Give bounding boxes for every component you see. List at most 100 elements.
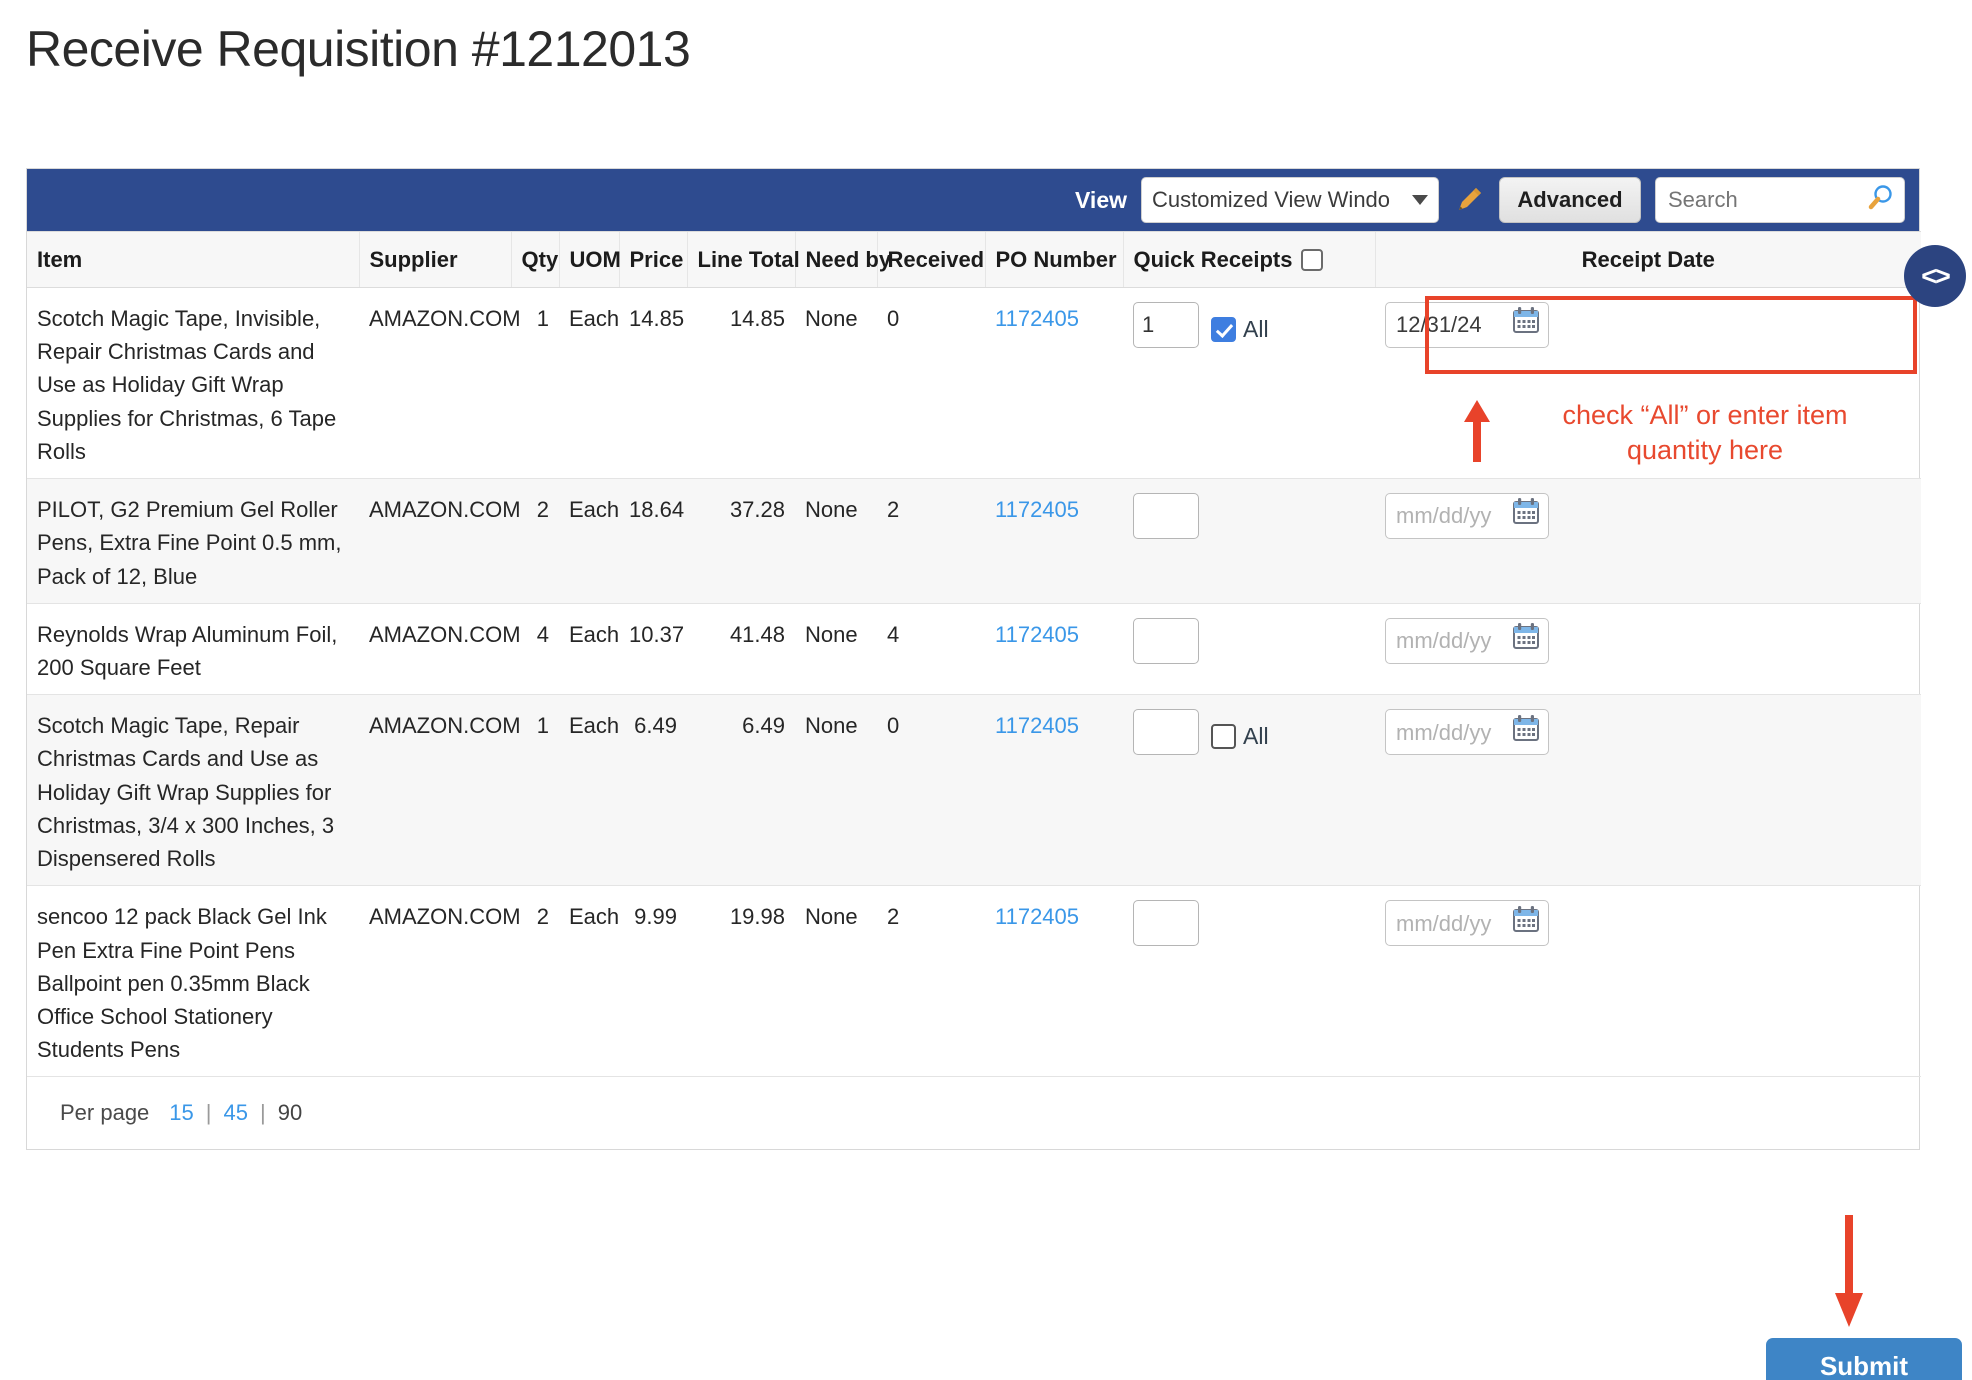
receipt-date-input[interactable]: mm/dd/yy bbox=[1385, 617, 1549, 664]
col-quick-receipts[interactable]: Quick Receipts bbox=[1122, 231, 1375, 288]
cell-supplier: AMAZON.COM bbox=[359, 694, 521, 887]
view-select-value: Customized View Windo bbox=[1152, 187, 1391, 212]
quick-receipts-annotation-text: check “All” or enter item quantity here bbox=[1510, 398, 1900, 467]
all-checkbox-label: All bbox=[1243, 723, 1269, 750]
cell-supplier: AMAZON.COM bbox=[359, 287, 521, 480]
col-price[interactable]: Price bbox=[618, 231, 687, 288]
cell-price: 18.64 bbox=[619, 478, 687, 604]
cell-receipt-date: mm/dd/yy bbox=[1375, 603, 1921, 696]
cell-received: 4 bbox=[877, 603, 985, 696]
cell-received: 2 bbox=[877, 478, 985, 604]
col-item[interactable]: Item bbox=[27, 231, 359, 288]
table-row: Scotch Magic Tape, Repair Christmas Card… bbox=[27, 694, 1921, 887]
cell-item: sencoo 12 pack Black Gel Ink Pen Extra F… bbox=[27, 885, 359, 1078]
col-qty[interactable]: Qty bbox=[510, 231, 559, 288]
per-page-label: Per page bbox=[60, 1100, 150, 1126]
quick-receipt-qty-input[interactable]: 1 bbox=[1133, 302, 1199, 348]
receipt-date-input[interactable]: 12/31/24 bbox=[1385, 302, 1549, 348]
po-number-link[interactable]: 1172405 bbox=[995, 306, 1079, 331]
cell-receipt-date: mm/dd/yy bbox=[1375, 694, 1921, 887]
per-page-45[interactable]: 45 bbox=[224, 1100, 248, 1126]
cell-supplier: AMAZON.COM bbox=[359, 478, 521, 604]
receipt-date-input[interactable]: mm/dd/yy bbox=[1385, 900, 1549, 947]
view-label: View bbox=[1075, 186, 1127, 213]
code-brackets-icon[interactable]: <> bbox=[1904, 245, 1966, 307]
cell-line-total: 19.98 bbox=[687, 885, 795, 1078]
cell-supplier: AMAZON.COM bbox=[359, 603, 521, 696]
page-title: Receive Requisition #1212013 bbox=[26, 21, 691, 77]
po-number-link[interactable]: 1172405 bbox=[995, 622, 1079, 647]
cell-uom: Each bbox=[559, 603, 619, 696]
cell-quick-receipts: 1 All bbox=[1123, 287, 1375, 480]
pencil-icon[interactable] bbox=[1447, 177, 1491, 223]
cell-line-total: 14.85 bbox=[687, 287, 795, 480]
cell-line-total: 37.28 bbox=[687, 478, 795, 604]
cell-line-total: 6.49 bbox=[687, 694, 795, 887]
per-page-separator-1: | bbox=[205, 1100, 212, 1126]
receipt-date-input[interactable]: mm/dd/yy bbox=[1385, 493, 1549, 540]
calendar-icon[interactable] bbox=[1512, 905, 1540, 942]
col-receipt-date[interactable]: Receipt Date bbox=[1374, 231, 1921, 288]
calendar-icon[interactable] bbox=[1512, 497, 1540, 534]
cell-quick-receipts: All bbox=[1123, 694, 1375, 887]
cell-po-number: 1172405 bbox=[985, 478, 1123, 604]
submit-button[interactable]: Submit bbox=[1766, 1338, 1962, 1380]
pagination-footer: Per page 15 | 45 | 90 bbox=[27, 1077, 1919, 1150]
po-number-link[interactable]: 1172405 bbox=[995, 497, 1079, 522]
cell-need-by: None bbox=[795, 694, 877, 887]
all-checkbox[interactable] bbox=[1211, 316, 1236, 342]
chevron-down-icon bbox=[1412, 195, 1428, 205]
search-placeholder: Search bbox=[1668, 187, 1738, 212]
cell-receipt-date: mm/dd/yy bbox=[1375, 885, 1921, 1078]
cell-price: 6.49 bbox=[619, 694, 687, 887]
receipt-date-value: mm/dd/yy bbox=[1396, 503, 1492, 529]
cell-item: Reynolds Wrap Aluminum Foil, 200 Square … bbox=[27, 603, 359, 696]
per-page-90[interactable]: 90 bbox=[278, 1100, 302, 1126]
cell-uom: Each bbox=[559, 287, 619, 480]
quick-receipts-select-all-checkbox[interactable] bbox=[1301, 248, 1324, 271]
advanced-button[interactable]: Advanced bbox=[1499, 177, 1641, 223]
cell-price: 10.37 bbox=[619, 603, 687, 696]
cell-price: 9.99 bbox=[619, 885, 687, 1078]
cell-quick-receipts bbox=[1123, 603, 1375, 696]
quick-receipt-qty-input[interactable] bbox=[1133, 493, 1199, 540]
cell-supplier: AMAZON.COM bbox=[359, 885, 521, 1078]
col-need-by[interactable]: Need by bbox=[794, 231, 891, 288]
po-number-link[interactable]: 1172405 bbox=[995, 904, 1079, 929]
po-number-link[interactable]: 1172405 bbox=[995, 713, 1079, 738]
cell-quick-receipts bbox=[1123, 885, 1375, 1078]
cell-po-number: 1172405 bbox=[985, 694, 1123, 887]
annotation-line-2: quantity here bbox=[1626, 434, 1784, 465]
cell-need-by: None bbox=[795, 287, 877, 480]
col-po-number[interactable]: PO Number bbox=[984, 231, 1123, 288]
quick-receipt-qty-input[interactable] bbox=[1133, 900, 1199, 947]
col-line-total[interactable]: Line Total bbox=[686, 231, 800, 288]
col-uom[interactable]: UOM bbox=[558, 231, 621, 288]
quick-receipt-qty-input[interactable] bbox=[1133, 709, 1199, 756]
grid-toolbar: View Customized View Windo Advanced Sear… bbox=[27, 169, 1919, 231]
per-page-15[interactable]: 15 bbox=[169, 1100, 193, 1126]
view-select[interactable]: Customized View Windo bbox=[1141, 177, 1439, 223]
calendar-icon[interactable] bbox=[1512, 622, 1540, 659]
receipt-date-value: mm/dd/yy bbox=[1396, 719, 1492, 745]
calendar-icon[interactable] bbox=[1512, 306, 1540, 343]
receipt-date-value: 12/31/24 bbox=[1396, 312, 1482, 338]
search-icon[interactable] bbox=[1866, 183, 1896, 218]
cell-uom: Each bbox=[559, 885, 619, 1078]
line-items-table: Item Supplier Qty UOM Price Line Total N… bbox=[27, 231, 1921, 1078]
all-checkbox[interactable] bbox=[1211, 724, 1236, 750]
up-arrow-annotation bbox=[1462, 400, 1492, 462]
cell-uom: Each bbox=[559, 478, 619, 604]
receipt-date-input[interactable]: mm/dd/yy bbox=[1385, 709, 1549, 756]
requisition-panel: View Customized View Windo Advanced Sear… bbox=[26, 168, 1921, 1151]
col-received[interactable]: Received bbox=[876, 231, 985, 288]
col-supplier[interactable]: Supplier bbox=[358, 231, 511, 288]
quick-receipt-qty-input[interactable] bbox=[1133, 617, 1199, 664]
table-header-row: Item Supplier Qty UOM Price Line Total N… bbox=[27, 231, 1921, 288]
cell-po-number: 1172405 bbox=[985, 287, 1123, 480]
cell-item: Scotch Magic Tape, Invisible, Repair Chr… bbox=[27, 287, 359, 480]
cell-po-number: 1172405 bbox=[985, 603, 1123, 696]
calendar-icon[interactable] bbox=[1512, 714, 1540, 751]
search-input[interactable]: Search bbox=[1655, 177, 1905, 223]
col-quick-receipts-label: Quick Receipts bbox=[1133, 246, 1293, 272]
